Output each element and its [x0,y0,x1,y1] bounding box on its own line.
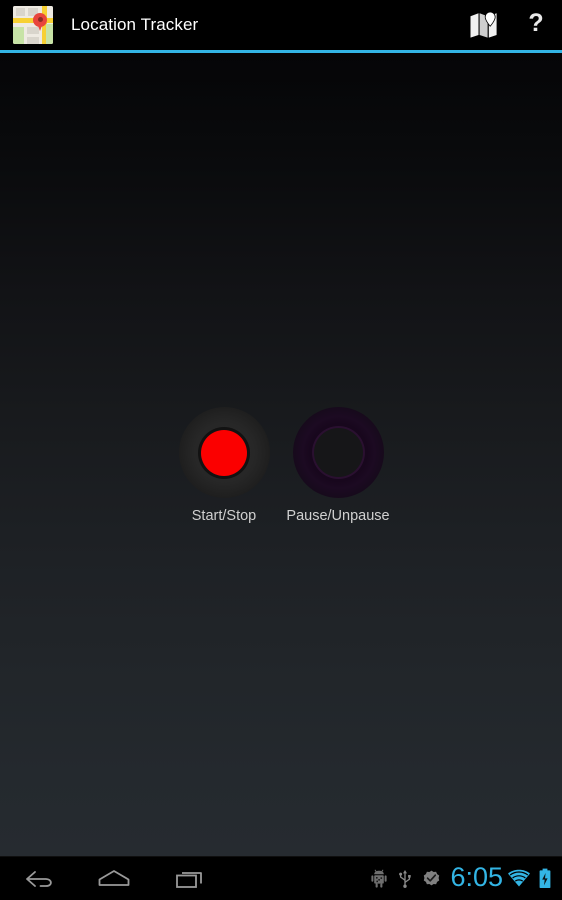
record-indicator-icon [201,429,247,476]
help-icon[interactable]: ? [510,0,562,50]
pause-unpause-label: Pause/Unpause [286,508,390,524]
map-pin-icon [33,13,47,33]
app-title: Location Tracker [71,15,199,34]
pause-unpause-button-cell: Pause/Unpause [286,407,390,524]
map-icon[interactable] [458,0,510,50]
action-bar: Location Tracker ? [0,0,562,50]
start-stop-label: Start/Stop [191,508,257,524]
usb-icon [392,857,418,900]
main-content: Start/Stop Pause/Unpause [0,53,562,856]
recents-button[interactable] [152,857,228,900]
back-button[interactable] [2,857,78,900]
start-stop-button-cell: Start/Stop [178,407,270,524]
status-icons-area: 6:05 [366,857,558,900]
status-clock: 6:05 [450,862,503,892]
system-navigation-bar: 6:05 [0,856,562,900]
check-badge-icon [418,857,444,900]
control-buttons-row: Start/Stop Pause/Unpause [0,407,562,524]
home-button[interactable] [76,857,152,900]
battery-charging-icon [532,857,558,900]
start-stop-button[interactable] [178,407,270,498]
android-debug-icon [366,857,392,900]
device-screen: Location Tracker ? Start/Stop Pause/Unpa… [0,0,562,900]
maps-app-icon [13,6,53,44]
pause-indicator-icon [313,428,363,477]
wifi-icon [506,857,532,900]
pause-unpause-button[interactable] [292,407,384,498]
